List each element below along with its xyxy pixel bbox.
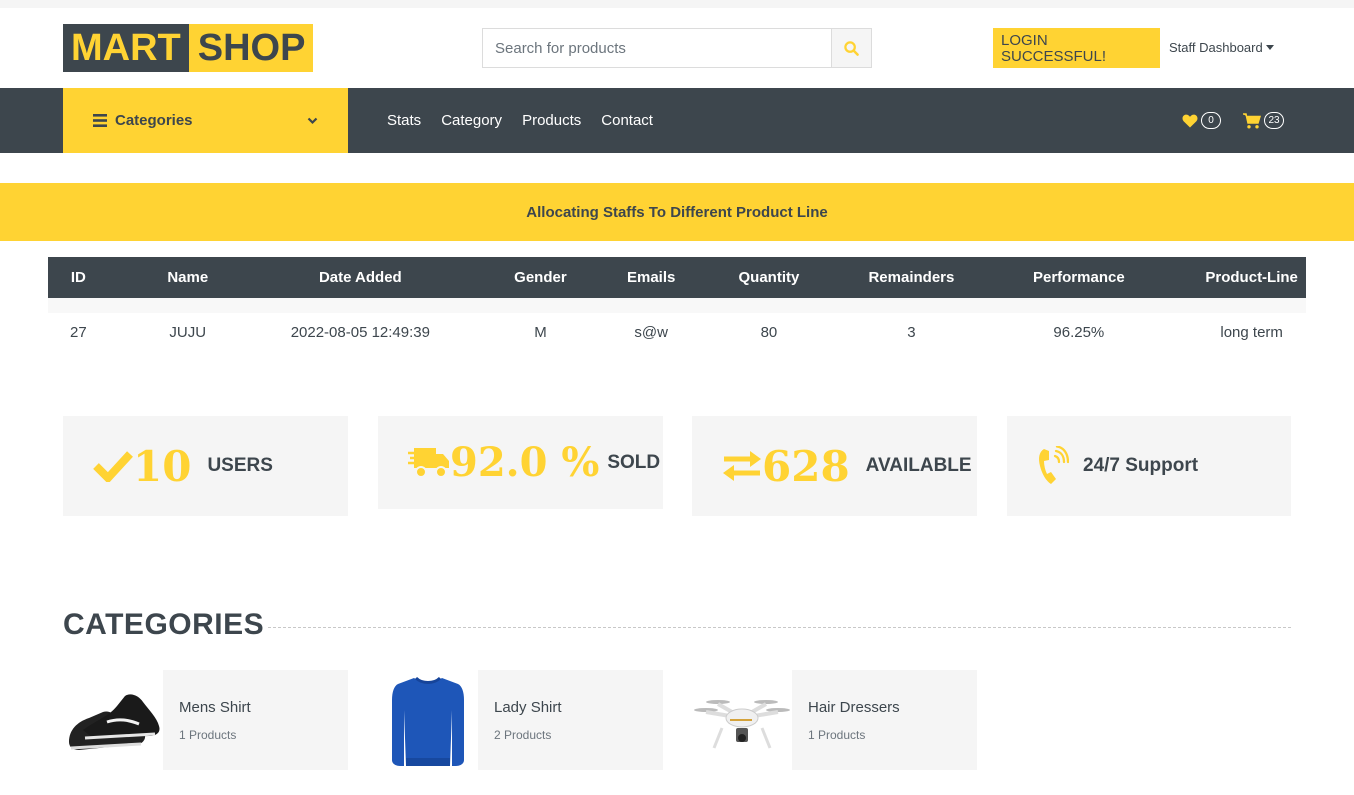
wishlist-count: 0 (1201, 112, 1221, 129)
header: MART SHOP LOGIN SUCCESSFUL! Staff Dashbo… (0, 8, 1354, 88)
stat-available-value: 628 (762, 441, 850, 491)
cell-id: 27 (48, 297, 109, 352)
cart-count: 23 (1264, 112, 1284, 129)
check-icon (93, 451, 133, 482)
cell-name: JUJU (108, 297, 267, 352)
brand-part2: SHOP (188, 24, 314, 72)
search-form (482, 28, 872, 68)
stat-card-sold: 92.0 % SOLD (378, 416, 663, 509)
cell-product-line: long term (1197, 297, 1306, 352)
search-button[interactable] (831, 28, 872, 68)
cell-performance: 96.25% (960, 297, 1198, 352)
shoes-image (63, 670, 163, 770)
category-count: 1 Products (808, 727, 866, 742)
section-divider (268, 627, 1291, 628)
categories-toggle[interactable]: Categories (63, 88, 348, 153)
heart-icon (1182, 114, 1198, 127)
cell-email: s@w (627, 297, 676, 352)
category-name: Lady Shirt (494, 698, 562, 716)
search-input[interactable] (482, 28, 831, 68)
stat-sold-value: 92.0 % (450, 439, 600, 486)
drone-image (692, 670, 792, 770)
category-text: Mens Shirt 1 Products (179, 699, 251, 742)
caret-down-icon (1265, 45, 1274, 50)
page-banner: Allocating Staffs To Different Product L… (0, 183, 1354, 241)
category-text: Hair Dressers 1 Products (808, 699, 900, 742)
header-gender: Gender (453, 257, 627, 305)
header-remainders: Remainders (862, 257, 961, 305)
category-name: Hair Dressers (808, 698, 900, 716)
exchange-icon (723, 451, 761, 481)
category-card-mens-shirt[interactable]: Mens Shirt 1 Products (63, 670, 348, 770)
stat-users-value: 10 (133, 441, 192, 491)
header-quantity: Quantity (675, 257, 863, 305)
header-product-line: Product-Line (1197, 257, 1306, 305)
chevron-down-icon (307, 117, 318, 124)
cell-remainders: 3 (862, 297, 961, 352)
wishlist-link[interactable]: 0 (1182, 112, 1221, 129)
stat-card-support: 24/7 Support (1007, 416, 1291, 516)
cell-quantity: 80 (675, 297, 863, 352)
bars-icon (93, 114, 107, 127)
cell-gender: M (453, 297, 627, 352)
category-text: Lady Shirt 2 Products (494, 699, 562, 742)
search-icon (844, 40, 859, 56)
staff-dashboard-label: Staff Dashboard (1169, 40, 1263, 55)
nav-links: Stats Category Products Contact (387, 88, 653, 153)
stat-card-users: 10 USERS (63, 416, 348, 516)
stat-sold-label: SOLD (607, 451, 661, 473)
category-card-lady-shirt[interactable]: Lady Shirt 2 Products (378, 670, 663, 770)
category-count: 2 Products (494, 727, 552, 742)
main-navbar: Categories Stats Category Products Conta… (0, 88, 1354, 153)
header-name: Name (108, 257, 267, 305)
staff-dashboard-dropdown[interactable]: Staff Dashboard (1169, 40, 1274, 55)
nav-link-stats[interactable]: Stats (387, 112, 421, 129)
nav-link-category[interactable]: Category (441, 112, 502, 129)
header-date-added: Date Added (266, 257, 454, 305)
cart-link[interactable]: 23 (1243, 112, 1284, 129)
sweater-image (378, 670, 478, 770)
category-name: Mens Shirt (179, 698, 251, 716)
stat-support-label: 24/7 Support (1083, 455, 1199, 476)
staff-table: ID Name Date Added Gender Emails Quantit… (48, 257, 1306, 352)
nav-icons: 0 23 (1182, 88, 1306, 153)
category-count: 1 Products (179, 727, 237, 742)
category-card-hair-dressers[interactable]: Hair Dressers 1 Products (692, 670, 977, 770)
banner-title: Allocating Staffs To Different Product L… (526, 203, 828, 221)
phone-volume-icon (1039, 446, 1069, 484)
stat-available-label: AVAILABLE (865, 455, 972, 476)
categories-section-title: CATEGORIES (63, 608, 265, 641)
top-strip (0, 0, 1354, 8)
brand-logo[interactable]: MART SHOP (63, 24, 314, 72)
cart-icon (1243, 112, 1261, 128)
header-performance: Performance (960, 257, 1198, 305)
nav-link-contact[interactable]: Contact (601, 112, 653, 129)
login-status-badge: LOGIN SUCCESSFUL! (993, 28, 1160, 68)
cell-date-added: 2022-08-05 12:49:39 (266, 297, 454, 352)
nav-link-products[interactable]: Products (522, 112, 581, 129)
header-emails: Emails (627, 257, 676, 305)
categories-label: Categories (115, 112, 193, 129)
brand-part1: MART (63, 24, 189, 72)
table-header-row: ID Name Date Added Gender Emails Quantit… (48, 257, 1306, 305)
header-id: ID (48, 257, 109, 305)
truck-icon (408, 447, 449, 478)
stat-users-label: USERS (207, 455, 273, 476)
table-row: 27 JUJU 2022-08-05 12:49:39 M s@w 80 3 9… (48, 297, 1306, 352)
stat-card-available: 628 AVAILABLE (692, 416, 977, 516)
